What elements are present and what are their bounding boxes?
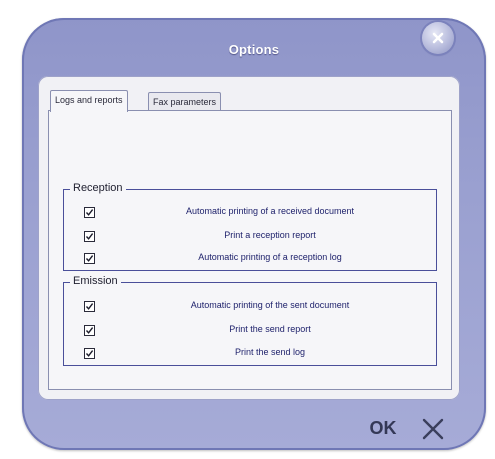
option-label: Automatic printing of a reception log <box>198 252 342 262</box>
option-label: Automatic printing of a received documen… <box>185 206 355 216</box>
close-window-button[interactable] <box>422 22 454 54</box>
emission-group: Emission Automatic printing of the sent … <box>63 275 437 366</box>
option-label: Print the send log <box>234 347 306 357</box>
option-row[interactable]: Automatic printing of a reception log <box>64 252 436 266</box>
tab-label: Fax parameters <box>153 97 217 107</box>
option-label: Automatic printing of the sent document <box>190 300 350 310</box>
options-dialog-root: Options Logs and reports Fax parameters … <box>0 0 495 459</box>
checkbox[interactable] <box>84 325 95 336</box>
checkbox[interactable] <box>84 231 95 242</box>
checkmark-icon <box>85 233 94 240</box>
option-label: Print a reception report <box>224 230 316 240</box>
option-row[interactable]: Automatic printing of a received documen… <box>64 206 436 220</box>
option-row[interactable]: Automatic printing of the sent document <box>64 300 436 314</box>
cancel-button[interactable] <box>420 416 446 442</box>
reception-group: Reception Automatic printing of a receiv… <box>63 182 437 271</box>
option-row[interactable]: Print the send report <box>64 324 436 338</box>
tab-page-logs-and-reports: Reception Automatic printing of a receiv… <box>48 110 452 390</box>
checkmark-icon <box>85 327 94 334</box>
checkmark-icon <box>85 255 94 262</box>
checkbox[interactable] <box>84 253 95 264</box>
content-panel: Logs and reports Fax parameters Receptio… <box>38 76 460 400</box>
option-row[interactable]: Print a reception report <box>64 230 436 244</box>
checkmark-icon <box>85 303 94 310</box>
tab-label: Logs and reports <box>55 95 123 105</box>
checkbox[interactable] <box>84 301 95 312</box>
tab-logs-and-reports[interactable]: Logs and reports <box>50 90 128 112</box>
ok-button[interactable]: OK <box>368 416 398 440</box>
x-icon <box>422 418 444 440</box>
close-icon <box>432 32 444 44</box>
option-label: Print the send report <box>229 324 311 334</box>
reception-legend: Reception <box>70 182 126 194</box>
checkbox[interactable] <box>84 348 95 359</box>
tab-fax-parameters[interactable]: Fax parameters <box>148 92 222 111</box>
checkbox[interactable] <box>84 207 95 218</box>
checkmark-icon <box>85 350 94 357</box>
checkmark-icon <box>85 209 94 216</box>
window-title: Options <box>228 42 280 57</box>
options-window: Options Logs and reports Fax parameters … <box>22 18 486 450</box>
option-row[interactable]: Print the send log <box>64 347 436 361</box>
emission-legend: Emission <box>70 275 121 287</box>
